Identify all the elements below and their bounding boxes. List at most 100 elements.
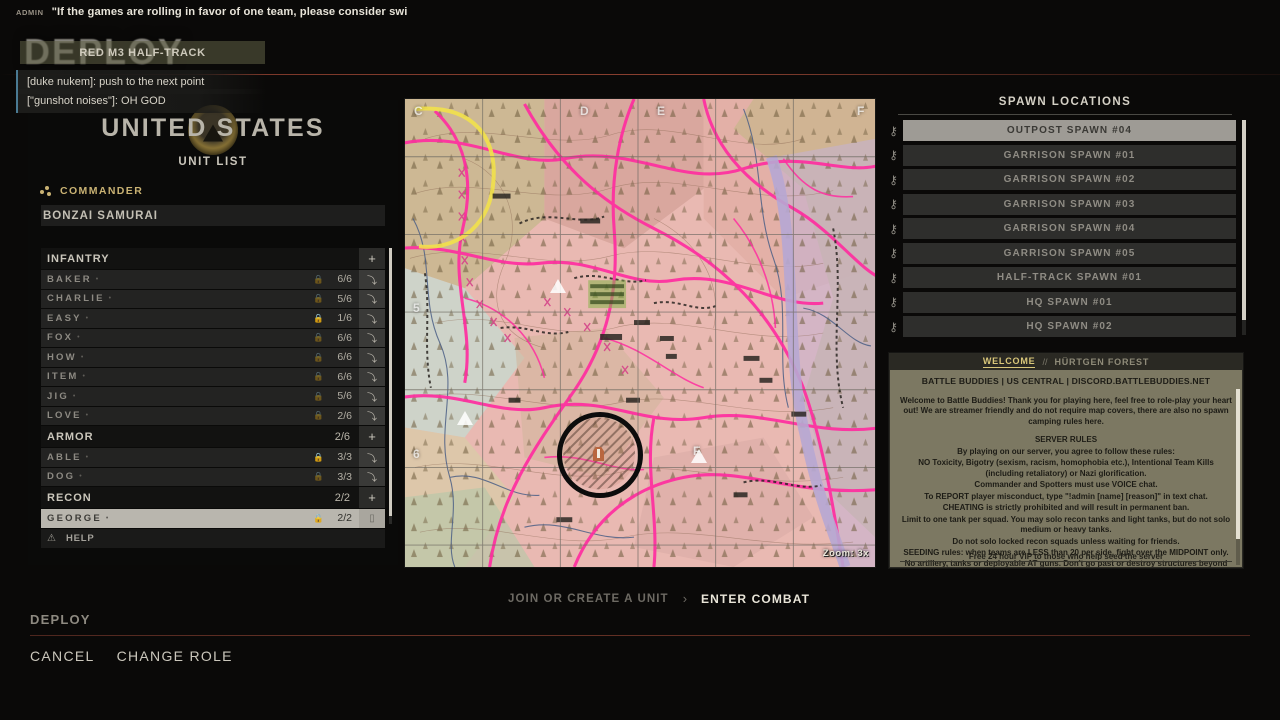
tab-welcome[interactable]: WELCOME (982, 356, 1036, 368)
breadcrumb-enter-combat[interactable]: ENTER COMBAT (701, 592, 810, 606)
unit-row[interactable]: DOG • 🔒 3/3 ⤵ (41, 467, 385, 486)
spawn-title-divider (898, 114, 1232, 115)
spawn-button[interactable]: HQ SPAWN #02 (903, 316, 1236, 337)
unit-row-right: 🔒 2/6 (313, 410, 359, 422)
spawn-list-item[interactable]: ⚷ GARRISON SPAWN #05 (884, 242, 1236, 264)
spawn-list-item[interactable]: ⚷ GARRISON SPAWN #02 (884, 169, 1236, 190)
garrison-spawn-icon: ⚷ (889, 197, 898, 211)
unit-row[interactable]: GEORGE • 🔒 2/2 ▯ (41, 509, 385, 528)
server-rule-item: To REPORT player misconduct, type "!admi… (924, 491, 1208, 501)
welcome-scrollbar[interactable] (1236, 389, 1240, 565)
unit-member-count: 3/3 (337, 470, 352, 483)
tab-map-name[interactable]: HÜRTGEN FOREST (1054, 357, 1149, 367)
join-unit-button[interactable]: ⤵ (359, 367, 385, 386)
lock-icon: 🔒 (313, 371, 324, 382)
warning-triangle-icon: ⚠ (47, 532, 56, 544)
unit-row[interactable]: FOX • 🔒 6/6 ⤵ (41, 328, 385, 347)
spawn-button[interactable]: GARRISON SPAWN #03 (903, 193, 1236, 215)
garrison-spawn-icon: ⚷ (889, 172, 898, 187)
commander-row[interactable]: BONZAI SAMURAI (41, 205, 385, 226)
help-row[interactable]: ⚠ HELP (41, 528, 385, 548)
unit-section-header: INFANTRY + (41, 248, 385, 269)
lock-icon: 🔒 (313, 512, 324, 523)
unit-row[interactable]: EASY • 🔒 1/6 ⤵ (41, 309, 385, 328)
server-welcome-panel: WELCOME // HÜRTGEN FOREST BATTLE BUDDIES… (889, 353, 1243, 568)
spawn-list-item[interactable]: ⚷ GARRISON SPAWN #01 (884, 144, 1236, 166)
unit-name: FOX (47, 332, 74, 344)
join-unit-button[interactable]: ⤵ (359, 467, 385, 486)
breadcrumb-join-or-create-unit[interactable]: JOIN OR CREATE A UNIT (508, 593, 669, 605)
change-role-button[interactable]: CHANGE ROLE (117, 648, 233, 664)
unit-row-right: 🔒 6/6 (313, 351, 359, 363)
spawn-button[interactable]: GARRISON SPAWN #05 (903, 242, 1236, 264)
join-unit-button[interactable]: ⤵ (359, 309, 385, 328)
deploy-screen: ADMIN "If the games are rolling in favor… (0, 0, 1280, 720)
server-rules-title: SERVER RULES (1034, 435, 1098, 444)
commander-section-header: COMMANDER (40, 185, 398, 197)
unit-row[interactable]: ABLE • 🔒 3/3 ⤵ (41, 448, 385, 467)
unit-role-dots-icon: • (85, 453, 90, 461)
unit-row[interactable]: CHARLIE • 🔒 5/6 ⤵ (41, 289, 385, 308)
unit-name: ABLE (47, 451, 82, 463)
join-unit-button[interactable]: ⤵ (359, 448, 385, 467)
join-unit-button[interactable]: ⤵ (359, 387, 385, 406)
unit-member-count: 2/2 (337, 512, 352, 525)
join-unit-button[interactable]: ⤵ (359, 406, 385, 425)
spawn-list-scrollbar[interactable] (1242, 120, 1246, 335)
join-unit-button[interactable]: ▯ (359, 509, 385, 528)
server-rule-item: Limit to one tank per squad. You may sol… (901, 514, 1231, 535)
unit-member-count: 6/6 (337, 273, 352, 286)
spawn-button[interactable]: GARRISON SPAWN #04 (903, 218, 1236, 239)
unit-section-name: RECON (47, 491, 92, 504)
lock-icon: 🔒 (313, 293, 324, 304)
spawn-button[interactable]: GARRISON SPAWN #02 (903, 169, 1236, 190)
cancel-button[interactable]: CANCEL (30, 648, 95, 664)
unit-role-dots-icon: • (77, 334, 81, 342)
unit-row[interactable]: JIG • 🔒 5/6 ⤵ (41, 387, 385, 406)
spawn-button[interactable]: GARRISON SPAWN #01 (903, 144, 1236, 166)
add-unit-button[interactable]: + (359, 248, 385, 269)
add-unit-button[interactable]: + (359, 426, 385, 447)
spawn-button[interactable]: OUTPOST SPAWN #04 (903, 120, 1236, 141)
unit-row[interactable]: BAKER • 🔒 6/6 ⤵ (41, 270, 385, 289)
spawn-button[interactable]: HALF-TRACK SPAWN #01 (903, 267, 1236, 288)
unit-row-right: 🔒 6/6 (313, 332, 359, 344)
unit-role-dots-icon: • (72, 392, 77, 400)
unit-name: GEORGE (47, 512, 102, 524)
unit-list-scrollbar[interactable] (389, 248, 392, 524)
unit-section-header: ARMOR 2/6 + (41, 426, 385, 447)
unit-list-panel: UNITED STATES UNIT LIST COMMANDER BONZAI… (28, 100, 398, 565)
lock-icon: 🔒 (313, 471, 324, 482)
unit-row[interactable]: HOW • 🔒 6/6 ⤵ (41, 348, 385, 367)
lock-icon: 🔒 (313, 351, 324, 362)
join-unit-button[interactable]: ⤵ (359, 348, 385, 367)
spawn-list-item[interactable]: ⚷ HQ SPAWN #01 (884, 291, 1236, 313)
welcome-intro: Welcome to Battle Buddies! Thank you for… (900, 395, 1232, 426)
spawn-list-item[interactable]: ⚷ HALF-TRACK SPAWN #01 (884, 267, 1236, 288)
unit-row-right: 🔒 6/6 (313, 371, 359, 383)
admin-chat-line: ADMIN "If the games are rolling in favor… (16, 3, 407, 21)
map-halftrack-marker-icon[interactable] (593, 447, 604, 461)
deploy-footer-rule (30, 635, 1250, 636)
unit-row-right: 🔒 2/2 (313, 512, 359, 524)
map-canvas[interactable] (405, 99, 875, 567)
spawn-list-item[interactable]: ⚷ GARRISON SPAWN #04 (884, 218, 1236, 239)
join-unit-button[interactable]: ⤵ (359, 270, 385, 289)
add-unit-button[interactable]: + (359, 487, 385, 508)
unit-row[interactable]: LOVE • 🔒 2/6 ⤵ (41, 406, 385, 425)
unit-row[interactable]: ITEM • 🔒 6/6 ⤵ (41, 367, 385, 386)
join-unit-button[interactable]: ⤵ (359, 289, 385, 308)
spawn-list-item[interactable]: ⚷ OUTPOST SPAWN #04 (884, 120, 1236, 141)
chat-message-text: ["gunshot noises"]: OH GOD (27, 95, 166, 107)
spawn-button[interactable]: HQ SPAWN #01 (903, 291, 1236, 313)
server-rule-item: CHEATING is strictly prohibited and will… (942, 503, 1190, 512)
spawn-list-item[interactable]: ⚷ GARRISON SPAWN #03 (884, 193, 1236, 215)
map-zoom-label: Zoom: 3x (822, 548, 869, 559)
unit-member-count: 5/6 (337, 292, 352, 305)
spawn-list-item[interactable]: ⚷ HQ SPAWN #02 (884, 316, 1236, 337)
join-unit-button[interactable]: ⤵ (359, 328, 385, 347)
halftrack-spawn-icon: ⚷ (889, 270, 898, 285)
unit-row-right: 🔒 3/3 (313, 471, 359, 483)
tactical-map[interactable]: C D E F 5 6 F Zoom: 3x (404, 98, 876, 568)
welcome-footer-rule (900, 561, 1232, 562)
